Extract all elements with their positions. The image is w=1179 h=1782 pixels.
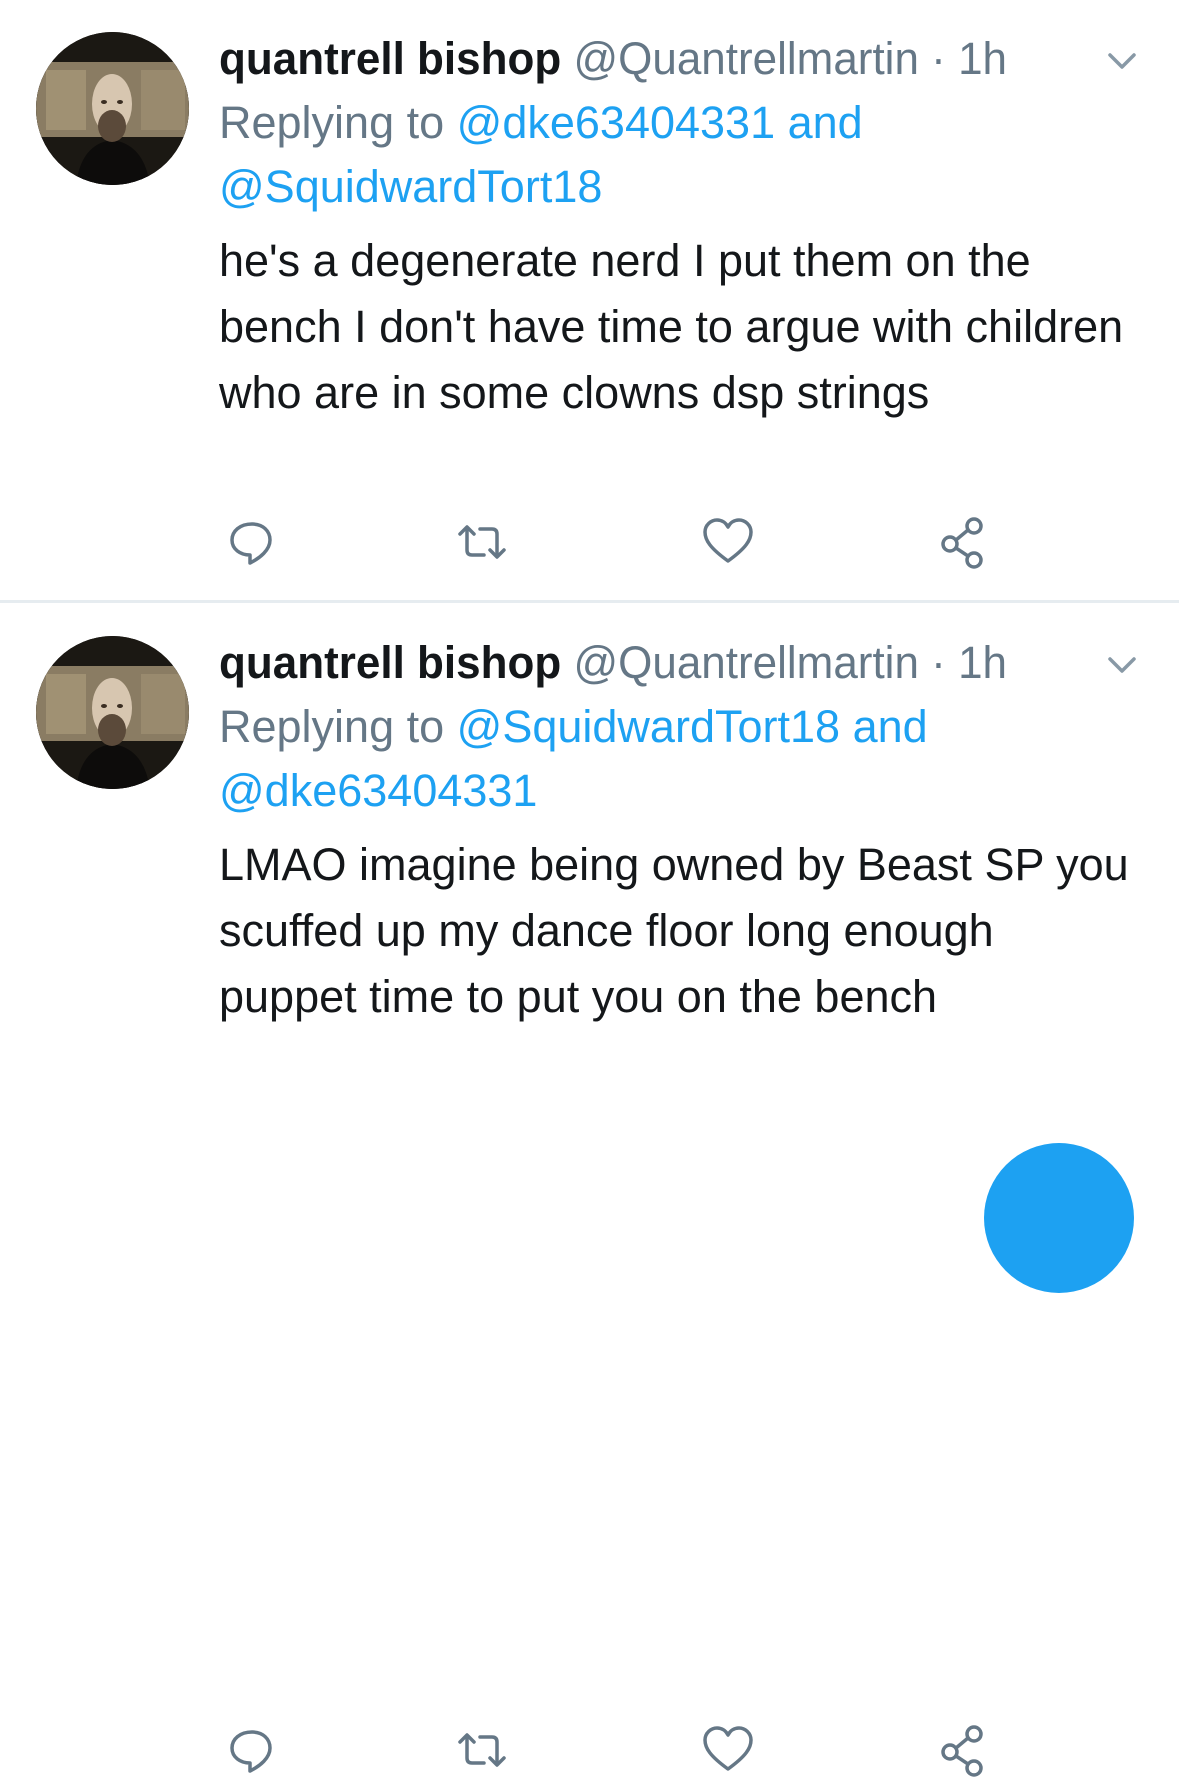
share-icon[interactable]: [936, 514, 992, 570]
timestamp[interactable]: 1h: [958, 637, 1007, 688]
retweet-icon[interactable]: [454, 1722, 510, 1778]
author-handle[interactable]: @Quantrellmartin: [573, 637, 918, 688]
author-name[interactable]: quantrell bishop: [219, 637, 561, 688]
chevron-down-icon[interactable]: [1107, 650, 1137, 680]
reply-icon[interactable]: [224, 514, 280, 570]
mention-link[interactable]: @SquidwardTort18: [457, 701, 840, 752]
chevron-down-icon[interactable]: [1107, 46, 1137, 76]
tweet-text: LMAO imagine being owned by Beast SP you…: [219, 839, 1129, 1022]
replying-and[interactable]: and: [853, 701, 928, 752]
retweet-icon[interactable]: [454, 514, 510, 570]
tweet[interactable]: quantrell bishop @Quantrellmartin · 1h R…: [0, 0, 1179, 602]
mention-link[interactable]: @dke63404331: [457, 97, 775, 148]
compose-button[interactable]: [984, 1143, 1134, 1293]
tweet[interactable]: quantrell bishop @Quantrellmartin · 1h R…: [0, 604, 1179, 1777]
author-name[interactable]: quantrell bishop: [219, 33, 561, 84]
separator: ·: [931, 637, 946, 688]
replying-and[interactable]: and: [788, 97, 863, 148]
tweet-text: he's a degenerate nerd I put them on the…: [219, 235, 1124, 418]
replying-to: Replying to @SquidwardTort18 and @dke634…: [219, 695, 1139, 823]
tweet-actions: [0, 514, 1179, 574]
mention-link[interactable]: @dke63404331: [219, 765, 537, 816]
avatar[interactable]: [36, 636, 189, 789]
replying-prefix: Replying to: [219, 701, 445, 752]
timestamp[interactable]: 1h: [958, 33, 1007, 84]
heart-icon[interactable]: [700, 514, 756, 570]
avatar[interactable]: [36, 32, 189, 185]
author-handle[interactable]: @Quantrellmartin: [573, 33, 918, 84]
replying-to: Replying to @dke63404331 and @SquidwardT…: [219, 91, 1139, 219]
mention-link[interactable]: @SquidwardTort18: [219, 161, 602, 212]
divider: [0, 600, 1179, 603]
separator: ·: [931, 33, 946, 84]
tweet-header: quantrell bishop @Quantrellmartin · 1h: [219, 28, 1099, 90]
tweet-actions: [0, 1722, 1179, 1782]
heart-icon[interactable]: [700, 1722, 756, 1778]
replying-prefix: Replying to: [219, 97, 445, 148]
tweet-header: quantrell bishop @Quantrellmartin · 1h: [219, 632, 1099, 694]
reply-icon[interactable]: [224, 1722, 280, 1778]
share-icon[interactable]: [936, 1722, 992, 1778]
